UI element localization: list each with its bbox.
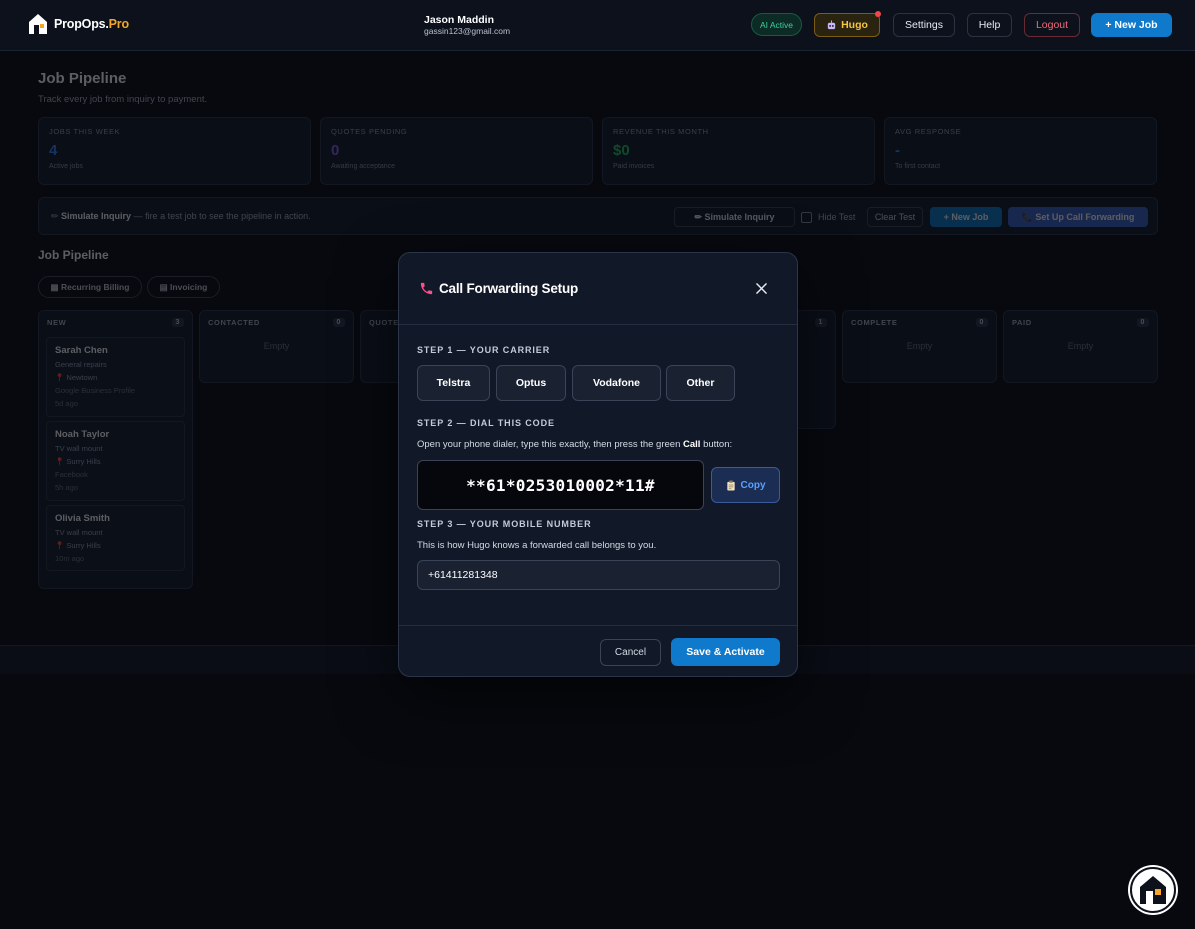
help-button[interactable]: Help — [967, 13, 1012, 37]
carrier-vodafone-button[interactable]: Vodafone — [572, 365, 661, 401]
simulate-inquiry-bar: ✏ Simulate Inquiry — fire a test job to … — [38, 197, 1158, 235]
stat-note: Paid invoices — [613, 163, 655, 170]
user-info: Jason Maddin gassin123@gmail.com — [424, 14, 510, 37]
modal-title: Call Forwarding Setup — [419, 281, 578, 296]
step-3-label: STEP 3 — YOUR MOBILE NUMBER — [417, 519, 592, 529]
job-card[interactable]: Sarah Chen General repairs 📍 Newtown Goo… — [46, 337, 185, 417]
new-job-button[interactable]: + New Job — [1091, 13, 1172, 37]
brand-logo[interactable]: PropOps.Pro — [28, 13, 129, 35]
pipeline-title: Job Pipeline — [38, 248, 109, 262]
new-job-secondary-button[interactable]: + New Job — [930, 207, 1002, 227]
modal-header: Call Forwarding Setup — [399, 253, 797, 325]
stat-value: 4 — [49, 142, 58, 159]
pipeline-column-complete: COMPLETE 0 Empty — [842, 310, 997, 383]
stat-card-jobs: JOBS THIS WEEK 4 Active jobs — [38, 117, 311, 185]
invoicing-chip[interactable]: ▤ Invoicing — [147, 276, 220, 298]
house-chat-icon[interactable] — [1130, 867, 1176, 913]
clear-test-button[interactable]: Clear Test — [867, 207, 923, 227]
ai-status-badge[interactable]: AI Active — [751, 13, 802, 36]
mobile-number-input[interactable] — [417, 560, 780, 590]
brand-name: PropOps.Pro — [54, 17, 129, 31]
step-1-label: STEP 1 — YOUR CARRIER — [417, 345, 551, 355]
job-card[interactable]: Noah Taylor TV wall mount 📍 Surry Hills … — [46, 421, 185, 501]
user-email: gassin123@gmail.com — [424, 26, 511, 36]
top-navigation-bar: PropOps.Pro Jason Maddin gassin123@gmail… — [0, 0, 1195, 51]
modal-footer: Cancel Save & Activate — [399, 625, 797, 676]
stat-note: Awaiting acceptance — [331, 163, 396, 170]
close-icon[interactable] — [753, 280, 769, 296]
pipeline-column-contacted: CONTACTED 0 Empty — [199, 310, 354, 383]
hide-test-checkbox[interactable]: Hide Test — [801, 207, 861, 227]
stat-note: Active jobs — [49, 163, 83, 170]
step-3-instructions: This is how Hugo knows a forwarded call … — [417, 540, 657, 551]
phone-icon — [420, 282, 433, 295]
robot-icon — [827, 19, 836, 29]
stat-label: JOBS THIS WEEK — [49, 127, 121, 136]
page-title: Job Pipeline — [38, 70, 127, 87]
call-forwarding-button[interactable]: 📞 Set Up Call Forwarding — [1008, 207, 1148, 227]
stat-value: - — [895, 142, 900, 159]
job-card[interactable]: Olivia Smith TV wall mount 📍 Surry Hills… — [46, 505, 185, 571]
recurring-billing-chip[interactable]: ▦ Recurring Billing — [38, 276, 142, 298]
copy-code-button[interactable]: Copy — [711, 467, 780, 503]
settings-button[interactable]: Settings — [893, 13, 955, 37]
stat-card-quotes: QUOTES PENDING 0 Awaiting acceptance — [320, 117, 593, 185]
hugo-button[interactable]: Hugo — [814, 11, 881, 37]
carrier-telstra-button[interactable]: Telstra — [417, 365, 490, 401]
pipeline-column-paid: PAID 0 Empty — [1003, 310, 1158, 383]
save-activate-button[interactable]: Save & Activate — [671, 638, 780, 666]
cancel-button[interactable]: Cancel — [600, 639, 661, 666]
stat-label: REVENUE THIS MONTH — [613, 127, 709, 136]
stat-value: 0 — [331, 142, 340, 159]
page-subtitle: Track every job from inquiry to payment. — [38, 94, 208, 105]
stat-value: $0 — [613, 142, 630, 159]
user-name: Jason Maddin — [424, 14, 495, 26]
call-forwarding-modal: Call Forwarding Setup STEP 1 — YOUR CARR… — [398, 252, 798, 677]
house-logo-icon — [28, 13, 48, 35]
simulate-description: ✏ Simulate Inquiry — fire a test job to … — [51, 211, 311, 221]
hugo-label: Hugo — [841, 19, 868, 31]
carrier-optus-button[interactable]: Optus — [496, 365, 566, 401]
notification-dot — [875, 11, 881, 17]
forwarding-code: **61*0253010002*11# — [417, 460, 704, 510]
stat-note: To first contact — [895, 163, 941, 170]
logout-button[interactable]: Logout — [1024, 13, 1080, 37]
stat-card-response: AVG RESPONSE - To first contact — [884, 117, 1157, 185]
pipeline-column-new: NEW 3 Sarah Chen General repairs 📍 Newtow… — [38, 310, 193, 589]
step-2-instructions: Open your phone dialer, type this exactl… — [417, 439, 733, 450]
step-2-label: STEP 2 — DIAL THIS CODE — [417, 418, 555, 428]
stat-label: AVG RESPONSE — [895, 127, 962, 136]
stat-card-revenue: REVENUE THIS MONTH $0 Paid invoices — [602, 117, 875, 185]
simulate-inquiry-button[interactable]: ✏ Simulate Inquiry — [674, 207, 795, 227]
clipboard-icon — [726, 479, 735, 491]
stat-label: QUOTES PENDING — [331, 127, 408, 136]
carrier-other-button[interactable]: Other — [666, 365, 735, 401]
